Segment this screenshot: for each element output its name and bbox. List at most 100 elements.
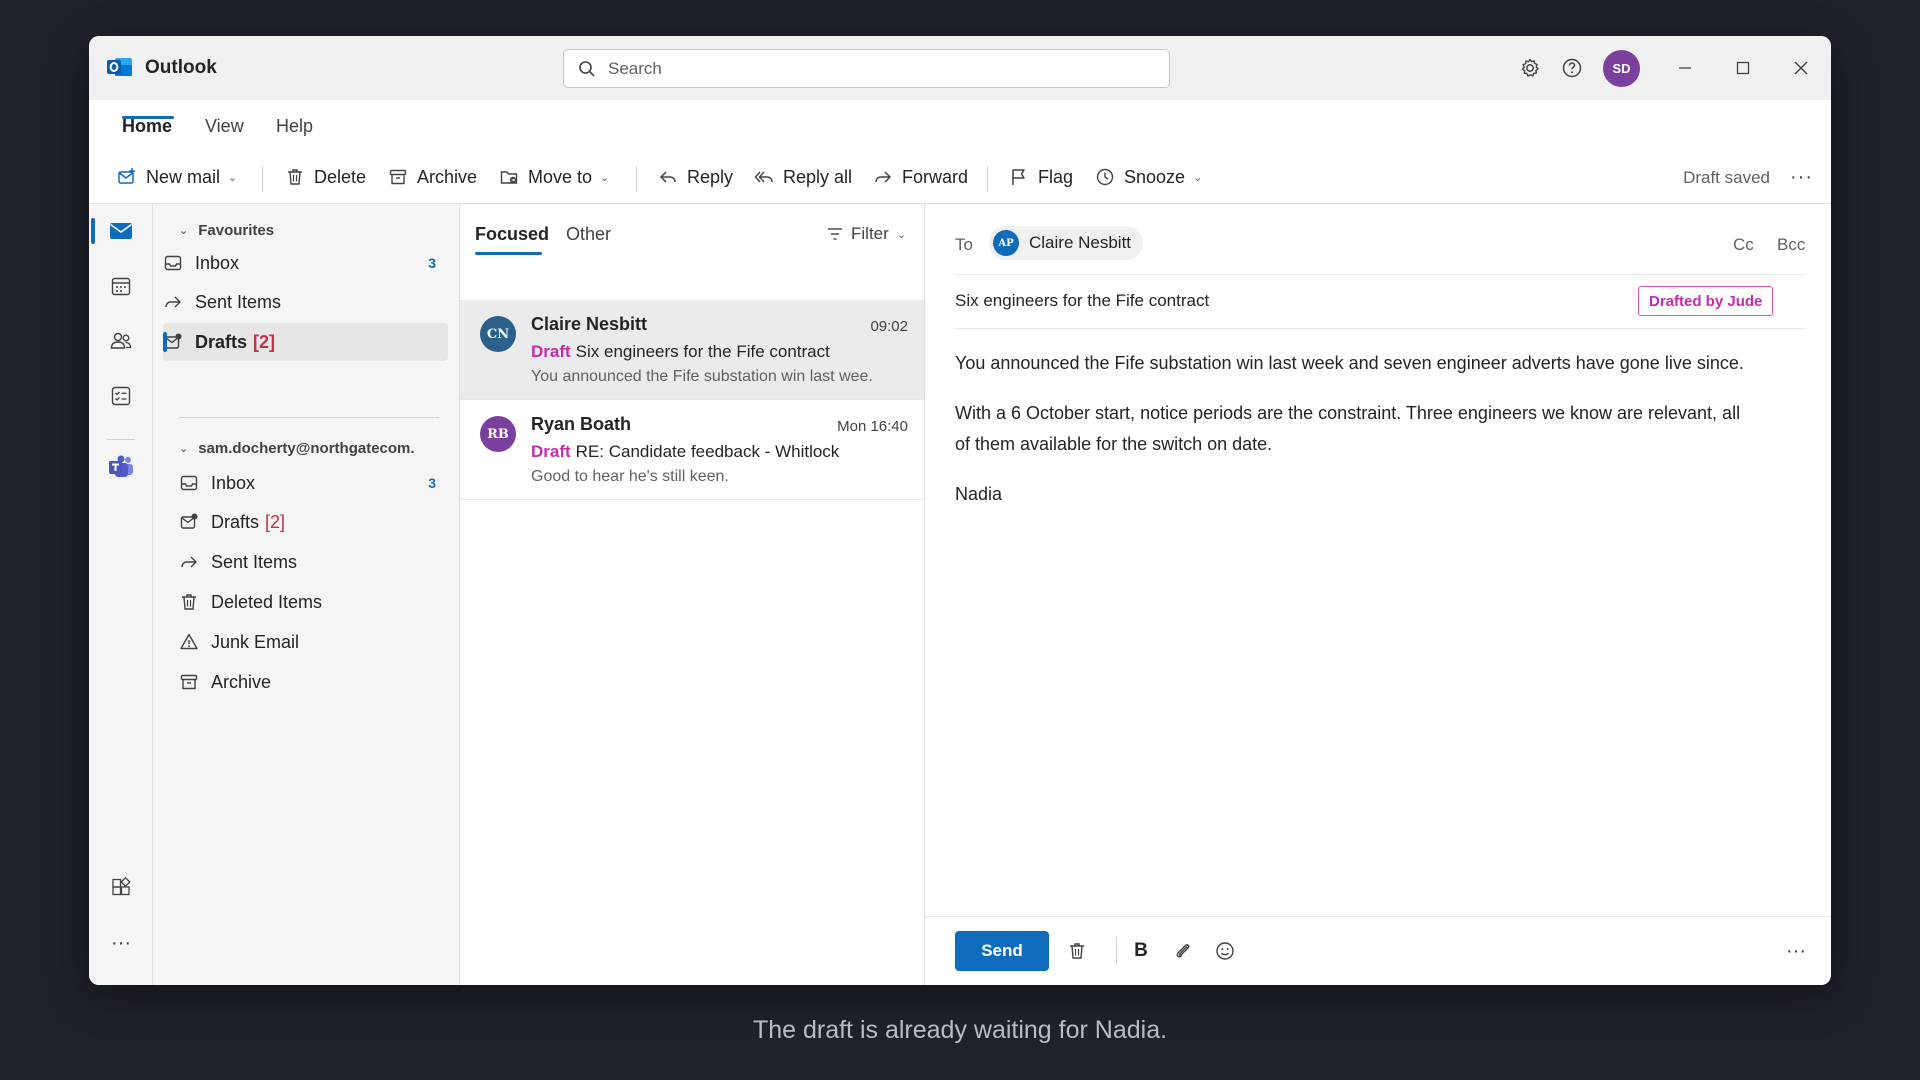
folder-label: Sent Items (211, 551, 298, 572)
reply-label: Reply (687, 166, 734, 187)
tab-help[interactable]: Help (276, 116, 313, 137)
favourites-header[interactable]: ⌄ Favourites (179, 222, 274, 239)
recipient-name: Claire Nesbitt (1029, 233, 1132, 252)
snooze-label: Snooze (1124, 166, 1186, 187)
user-avatar[interactable]: SD (1603, 50, 1640, 87)
junk-icon (180, 633, 198, 650)
minimize-icon[interactable] (1671, 54, 1699, 82)
sent-icon (181, 556, 197, 568)
title-bar: Outlook SD (89, 36, 1831, 100)
tasks-icon[interactable] (109, 384, 133, 408)
more-apps-icon[interactable]: ··· (109, 931, 133, 955)
forward-button[interactable]: Forward (873, 164, 968, 190)
cc-button[interactable]: Cc (1733, 235, 1754, 255)
reply-button[interactable]: Reply (658, 164, 733, 190)
compose-pane: To AP Claire Nesbitt Cc Bcc Six engineer… (925, 204, 1831, 985)
body-paragraph: You announced the Fife substation win la… (955, 353, 1744, 373)
archive-button[interactable]: Archive (388, 164, 477, 190)
more-options-icon[interactable]: ··· (1784, 939, 1808, 963)
new-mail-label: New mail (146, 166, 221, 187)
search-input[interactable] (608, 58, 1128, 79)
teams-icon[interactable] (107, 455, 135, 479)
tab-other[interactable]: Other (566, 224, 611, 245)
folder-archive[interactable]: Archive (179, 663, 448, 701)
forward-label: Forward (902, 166, 969, 187)
compose-divider (1116, 937, 1117, 965)
snooze-button[interactable]: Snooze ⌄ (1095, 164, 1202, 190)
folder-favourites-drafts[interactable]: Drafts [2] (163, 323, 448, 361)
compose-toolbar: Send B ··· (925, 916, 1831, 985)
search-icon (579, 60, 595, 77)
folder-pane: ⌄ Favourites Inbox 3 Sent Items Drafts [… (153, 204, 460, 985)
draft-count: [2] (253, 331, 276, 352)
focused-tab-indicator (475, 252, 542, 255)
folder-favourites-inbox[interactable]: Inbox 3 (163, 244, 448, 282)
chevron-down-icon: ⌄ (896, 228, 906, 241)
filter-icon (828, 228, 842, 240)
forward-icon (875, 171, 892, 183)
move-to-label: Move to (528, 166, 593, 187)
flag-icon (1012, 169, 1025, 185)
draft-label: Draft (531, 342, 571, 361)
chevron-down-icon[interactable]: ⌄ (1193, 171, 1202, 184)
bold-icon[interactable]: B (1129, 939, 1153, 963)
drafts-icon (180, 513, 198, 529)
message-subject: Draft Six engineers for the Fife contract (531, 342, 830, 361)
discard-trash-icon[interactable] (1065, 939, 1089, 963)
search-box[interactable] (563, 49, 1170, 88)
reply-all-button[interactable]: Reply all (754, 164, 852, 190)
bcc-button[interactable]: Bcc (1777, 235, 1805, 255)
folder-label: Sent Items (195, 291, 282, 312)
settings-gear-icon[interactable] (1518, 56, 1542, 80)
recipient-avatar: AP (993, 230, 1019, 256)
more-options-icon[interactable]: ··· (1790, 166, 1813, 189)
help-icon[interactable] (1560, 56, 1584, 80)
signature: Nadia (955, 484, 1003, 504)
body-paragraph: With a 6 October start, notice periods a… (955, 403, 1741, 454)
message-item[interactable]: CN Claire Nesbitt 09:02 Draft Six enginee… (460, 300, 924, 400)
folder-inbox[interactable]: Inbox 3 (179, 464, 448, 502)
folder-label: Archive (211, 671, 272, 692)
subject-field[interactable]: Six engineers for the Fife contract (955, 291, 1209, 311)
message-list: Focused Other Filter ⌄ CN Claire Nesbitt… (460, 204, 925, 985)
message-item[interactable]: RB Ryan Boath Mon 16:40 Draft RE: Candida… (460, 400, 924, 500)
app-rail: ··· (89, 204, 153, 985)
caption: The draft is already waiting for Nadia. (752, 1016, 1168, 1044)
inbox-icon (180, 475, 198, 491)
delete-button[interactable]: Delete (285, 164, 366, 190)
folder-drafts[interactable]: Drafts [2] (179, 503, 448, 541)
new-mail-button[interactable]: New mail ⌄ (117, 164, 237, 190)
folder-junk[interactable]: Junk Email (179, 623, 448, 661)
recipient-chip[interactable]: AP Claire Nesbitt (989, 226, 1144, 260)
folder-sent[interactable]: Sent Items (179, 543, 448, 581)
message-body[interactable]: You announced the Fife substation win la… (955, 348, 1755, 529)
filter-button[interactable]: Filter ⌄ (827, 224, 906, 244)
tab-focused[interactable]: Focused (475, 224, 549, 245)
unread-count: 3 (428, 475, 436, 491)
attach-icon[interactable] (1171, 939, 1195, 963)
app-name: Outlook (145, 57, 217, 78)
close-icon[interactable] (1787, 54, 1815, 82)
calendar-icon[interactable] (109, 274, 133, 298)
toolbar: New mail ⌄ Delete Archive Move to ⌄ Repl… (89, 150, 1831, 204)
folder-favourites-sent[interactable]: Sent Items (163, 283, 448, 321)
flag-button[interactable]: Flag (1009, 164, 1073, 190)
to-label: To (955, 235, 973, 254)
toolbar-divider (987, 166, 988, 192)
delete-label: Delete (314, 166, 367, 187)
tab-view[interactable]: View (205, 116, 244, 137)
folder-deleted[interactable]: Deleted Items (179, 583, 448, 621)
send-button[interactable]: Send (955, 931, 1049, 971)
message-sender: Ryan Boath (531, 414, 632, 434)
emoji-icon[interactable] (1213, 939, 1237, 963)
account-header[interactable]: ⌄ sam.docherty@northgatecom. (179, 440, 415, 457)
chevron-down-icon[interactable]: ⌄ (228, 171, 237, 184)
move-to-button[interactable]: Move to ⌄ (499, 164, 609, 190)
message-time: Mon 16:40 (837, 418, 908, 435)
apps-icon[interactable] (109, 876, 133, 900)
tab-home[interactable]: Home (122, 116, 172, 137)
people-icon[interactable] (109, 329, 133, 353)
chevron-down-icon[interactable]: ⌄ (600, 171, 609, 184)
mail-icon[interactable] (109, 219, 133, 243)
maximize-icon[interactable] (1729, 54, 1757, 82)
